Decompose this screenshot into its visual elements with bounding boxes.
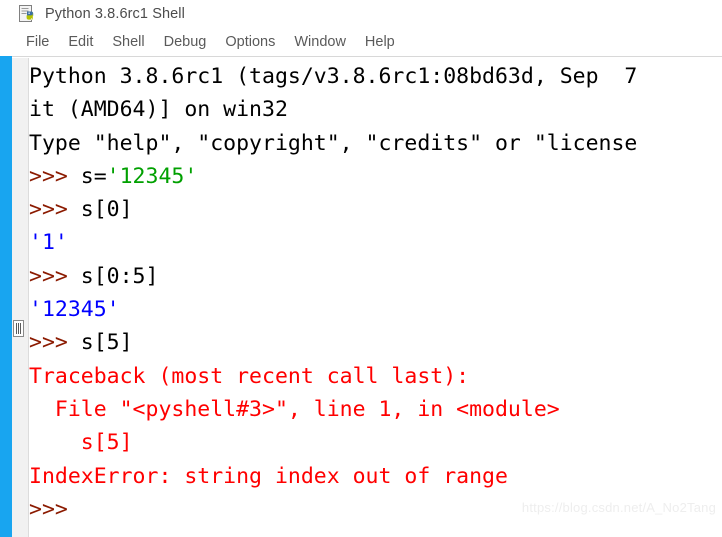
menu-bar: File Edit Shell Debug Options Window Hel…: [12, 28, 722, 57]
idle-python-icon: [18, 4, 38, 24]
input-line-index-0-seg-1: s[0]: [80, 197, 133, 223]
traceback-file-line-seg-0: File "<pyshell#3>", line 1, in <module>: [29, 396, 560, 422]
input-line-slice: >>> s[0:5]: [29, 260, 722, 293]
menu-item-shell[interactable]: Shell: [112, 34, 144, 50]
shell-gutter: [12, 58, 29, 537]
input-line-slice-seg-1: s[0:5]: [80, 263, 159, 289]
traceback-source-line: s[5]: [29, 426, 722, 459]
input-line-assign-seg-1: s=: [80, 163, 107, 189]
banner-line-3-seg-0: Type "help", "copyright", "credits" or "…: [29, 130, 638, 156]
menu-item-window[interactable]: Window: [294, 34, 346, 50]
input-line-assign: >>> s='12345': [29, 160, 722, 193]
desktop-accent-strip: [0, 28, 12, 537]
input-line-index-0-seg-0: >>>: [29, 197, 81, 223]
menu-item-options[interactable]: Options: [225, 34, 275, 50]
menu-item-debug[interactable]: Debug: [164, 34, 207, 50]
input-line-index-5: >>> s[5]: [29, 326, 722, 359]
traceback-exception-seg-0: IndexError: string index out of range: [29, 463, 508, 489]
input-line-empty-prompt-seg-0: >>>: [29, 496, 68, 522]
horizontal-scrollbar-thumb[interactable]: [13, 320, 24, 337]
banner-line-3: Type "help", "copyright", "credits" or "…: [29, 127, 722, 160]
title-bar: Python 3.8.6rc1 Shell: [12, 0, 722, 28]
traceback-exception: IndexError: string index out of range: [29, 460, 722, 493]
traceback-header-seg-0: Traceback (most recent call last):: [29, 363, 470, 389]
output-line-slice: '12345': [29, 293, 722, 326]
menu-item-file[interactable]: File: [26, 34, 49, 50]
traceback-source-line-seg-0: s[5]: [29, 430, 133, 456]
banner-line-1: Python 3.8.6rc1 (tags/v3.8.6rc1:08bd63d,…: [29, 60, 722, 93]
window-title: Python 3.8.6rc1 Shell: [45, 6, 185, 22]
accent-strip-gap: [0, 28, 12, 56]
input-line-index-0: >>> s[0]: [29, 193, 722, 226]
output-line-index-0-seg-0: '1': [29, 230, 68, 256]
output-line-index-0: '1': [29, 226, 722, 259]
banner-line-1-seg-0: Python 3.8.6rc1 (tags/v3.8.6rc1:08bd63d,…: [29, 64, 638, 89]
banner-line-2-seg-0: it (AMD64)] on win32: [29, 97, 288, 123]
menu-item-edit[interactable]: Edit: [68, 34, 93, 50]
output-line-slice-seg-0: '12345': [29, 297, 120, 323]
input-line-assign-seg-0: >>>: [29, 163, 81, 189]
input-line-index-5-seg-1: s[5]: [80, 330, 133, 356]
traceback-header: Traceback (most recent call last):: [29, 360, 722, 393]
idle-shell-window: Python 3.8.6rc1 Shell File Edit Shell De…: [0, 0, 722, 537]
input-line-assign-seg-2: '12345': [106, 163, 198, 189]
menu-item-help[interactable]: Help: [365, 34, 395, 50]
traceback-file-line: File "<pyshell#3>", line 1, in <module>: [29, 393, 722, 426]
shell-output-area[interactable]: Python 3.8.6rc1 (tags/v3.8.6rc1:08bd63d,…: [12, 58, 722, 537]
banner-line-2: it (AMD64)] on win32: [29, 93, 722, 126]
input-line-index-5-seg-0: >>>: [29, 330, 81, 356]
watermark-text: https://blog.csdn.net/A_No2Tang: [521, 500, 716, 515]
shell-text[interactable]: Python 3.8.6rc1 (tags/v3.8.6rc1:08bd63d,…: [29, 58, 722, 537]
input-line-slice-seg-0: >>>: [29, 263, 81, 289]
